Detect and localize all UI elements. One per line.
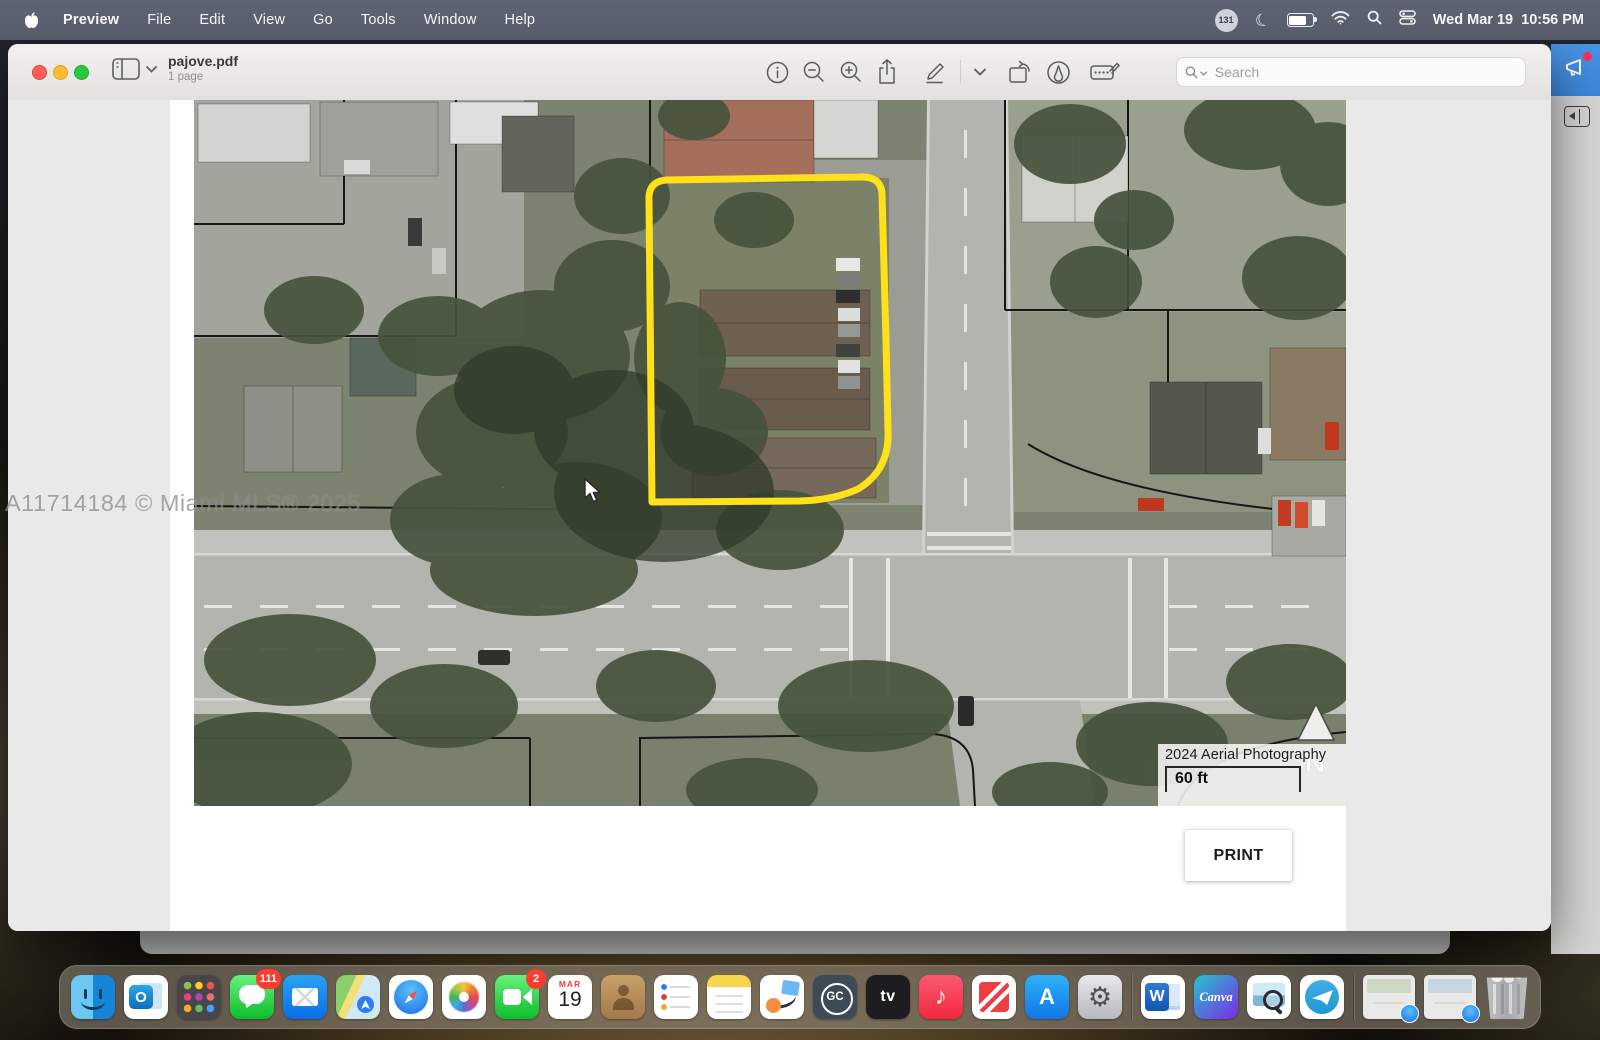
dock: O 111 2 MAR 19 GC tv ♪ A ⚙ W Canva [59, 965, 1541, 1029]
dock-item-preview[interactable] [1247, 975, 1291, 1019]
dock-item-minimized-window-1[interactable] [1363, 975, 1415, 1019]
search-icon [1185, 65, 1199, 80]
menu-bar: Preview File Edit View Go Tools Window H… [0, 0, 1600, 40]
aerial-photo: N 2024 Aerial Photography 60 ft [194, 100, 1346, 806]
dock-item-calendar[interactable]: MAR 19 [548, 975, 592, 1019]
battery-icon[interactable] [1287, 13, 1314, 27]
dock-item-app-store[interactable]: A [1025, 975, 1069, 1019]
search-field[interactable] [1176, 57, 1526, 87]
dock-item-system-settings[interactable]: ⚙ [1078, 975, 1122, 1019]
dock-item-game-center[interactable]: GC [813, 975, 857, 1019]
gear-icon: ⚙ [1088, 984, 1112, 1011]
menu-item-go[interactable]: Go [299, 12, 347, 28]
dock-item-notes[interactable] [707, 975, 751, 1019]
dock-item-safari[interactable] [389, 975, 433, 1019]
spotlight-search-icon[interactable] [1367, 10, 1382, 30]
aerial-photography-label: 2024 Aerial Photography [1165, 747, 1346, 763]
dock-item-mail[interactable] [283, 975, 327, 1019]
mls-watermark: A11714184 © Miami MLS® 2025 [5, 490, 361, 517]
page-count: 1 page [168, 71, 238, 83]
window-title-block: pajove.pdf 1 page [168, 53, 238, 83]
window-toolbar: pajove.pdf 1 page [8, 44, 1551, 101]
dock-item-maps[interactable] [336, 975, 380, 1019]
dock-item-music[interactable]: ♪ [919, 975, 963, 1019]
print-button[interactable]: PRINT [1185, 830, 1292, 881]
menu-item-tools[interactable]: Tools [347, 12, 410, 28]
dock-item-contacts[interactable] [601, 975, 645, 1019]
dock-item-telegram[interactable] [1300, 975, 1344, 1019]
dock-item-reminders[interactable] [654, 975, 698, 1019]
scale-label: 60 ft [1167, 768, 1208, 788]
apple-menu-icon[interactable] [20, 12, 49, 29]
close-button[interactable] [32, 65, 47, 80]
hide-panel-icon[interactable] [1564, 106, 1590, 127]
menu-item-window[interactable]: Window [410, 12, 491, 28]
background-window-edge [1551, 96, 1600, 954]
menu-item-file[interactable]: File [133, 12, 185, 28]
megaphone-icon [1563, 56, 1589, 85]
preview-window: pajove.pdf 1 page [8, 44, 1551, 931]
dock-item-trash[interactable] [1485, 975, 1529, 1019]
chevron-down-icon [146, 66, 157, 73]
zoom-out-icon[interactable] [802, 60, 826, 84]
document-title: pajove.pdf [168, 53, 238, 69]
cloud-status-icon[interactable]: 131 [1215, 9, 1238, 32]
zoom-in-icon[interactable] [839, 60, 863, 84]
dock-item-outlook[interactable]: O [124, 975, 168, 1019]
sidebar-toggle-button[interactable] [112, 58, 157, 80]
menu-clock[interactable]: Wed Mar 19 10:56 PM [1433, 12, 1584, 28]
music-note-icon: ♪ [935, 983, 947, 1011]
dock-item-messages[interactable]: 111 [230, 975, 274, 1019]
dock-item-word[interactable]: W [1141, 975, 1185, 1019]
dock-item-launchpad[interactable] [177, 975, 221, 1019]
focus-moon-icon[interactable]: ☾ [1252, 10, 1272, 31]
background-notification-panel [1551, 44, 1600, 96]
markup-pen-icon[interactable] [921, 59, 947, 85]
mouse-cursor [583, 478, 607, 509]
info-icon[interactable] [766, 61, 789, 84]
dock-item-facetime[interactable]: 2 [495, 975, 539, 1019]
menu-item-view[interactable]: View [239, 12, 299, 28]
dock-divider [1131, 974, 1132, 1020]
messages-badge: 111 [256, 969, 281, 989]
search-input[interactable] [1213, 63, 1517, 81]
menu-item-edit[interactable]: Edit [185, 12, 239, 28]
map-scale-bar: 60 ft [1165, 766, 1301, 792]
share-icon[interactable] [876, 59, 898, 85]
dock-item-canva[interactable]: Canva [1194, 975, 1238, 1019]
search-scope-chevron-icon [1200, 71, 1207, 77]
menu-item-help[interactable]: Help [491, 12, 550, 28]
markup-options-chevron-icon[interactable] [974, 68, 986, 76]
fill-sign-icon[interactable] [1090, 61, 1120, 83]
control-center-icon[interactable] [1399, 10, 1416, 30]
dock-item-minimized-window-2[interactable] [1424, 975, 1476, 1019]
wifi-icon[interactable] [1331, 11, 1350, 30]
dock-item-finder[interactable] [71, 975, 115, 1019]
dock-item-apple-tv[interactable]: tv [866, 975, 910, 1019]
zoom-window-button[interactable] [74, 65, 89, 80]
facetime-badge: 2 [526, 969, 546, 989]
dock-item-news[interactable] [972, 975, 1016, 1019]
desktop: { "menu_bar": { "items": ["Preview", "Fi… [0, 0, 1600, 1040]
menu-item-preview[interactable]: Preview [49, 12, 133, 28]
aerial-info-box: 2024 Aerial Photography 60 ft [1158, 744, 1346, 806]
notification-dot [1583, 52, 1592, 61]
dock-divider [1353, 974, 1354, 1020]
minimize-button[interactable] [53, 65, 68, 80]
markup-pointer-icon[interactable] [1046, 60, 1071, 85]
rotate-icon[interactable] [1007, 60, 1033, 85]
dock-item-photos[interactable] [442, 975, 486, 1019]
dock-item-freeform[interactable] [760, 975, 804, 1019]
